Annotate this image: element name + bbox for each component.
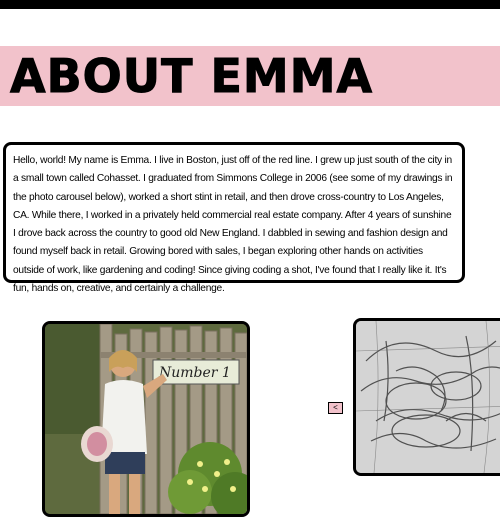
top-black-bar xyxy=(0,0,500,9)
photo-emma: Number 1 xyxy=(42,321,250,517)
drawing-illustration xyxy=(356,321,500,473)
page-title: ABOUT EMMA xyxy=(9,49,374,103)
bio-text: Hello, world! My name is Emma. I live in… xyxy=(13,155,453,295)
bio-box: Hello, world! My name is Emma. I live in… xyxy=(3,142,465,294)
photo-illustration: Number 1 xyxy=(45,324,247,514)
drawing-sketch xyxy=(353,318,500,476)
sign-text: Number 1 xyxy=(158,365,231,381)
carousel-prev-button[interactable]: < xyxy=(328,402,343,414)
